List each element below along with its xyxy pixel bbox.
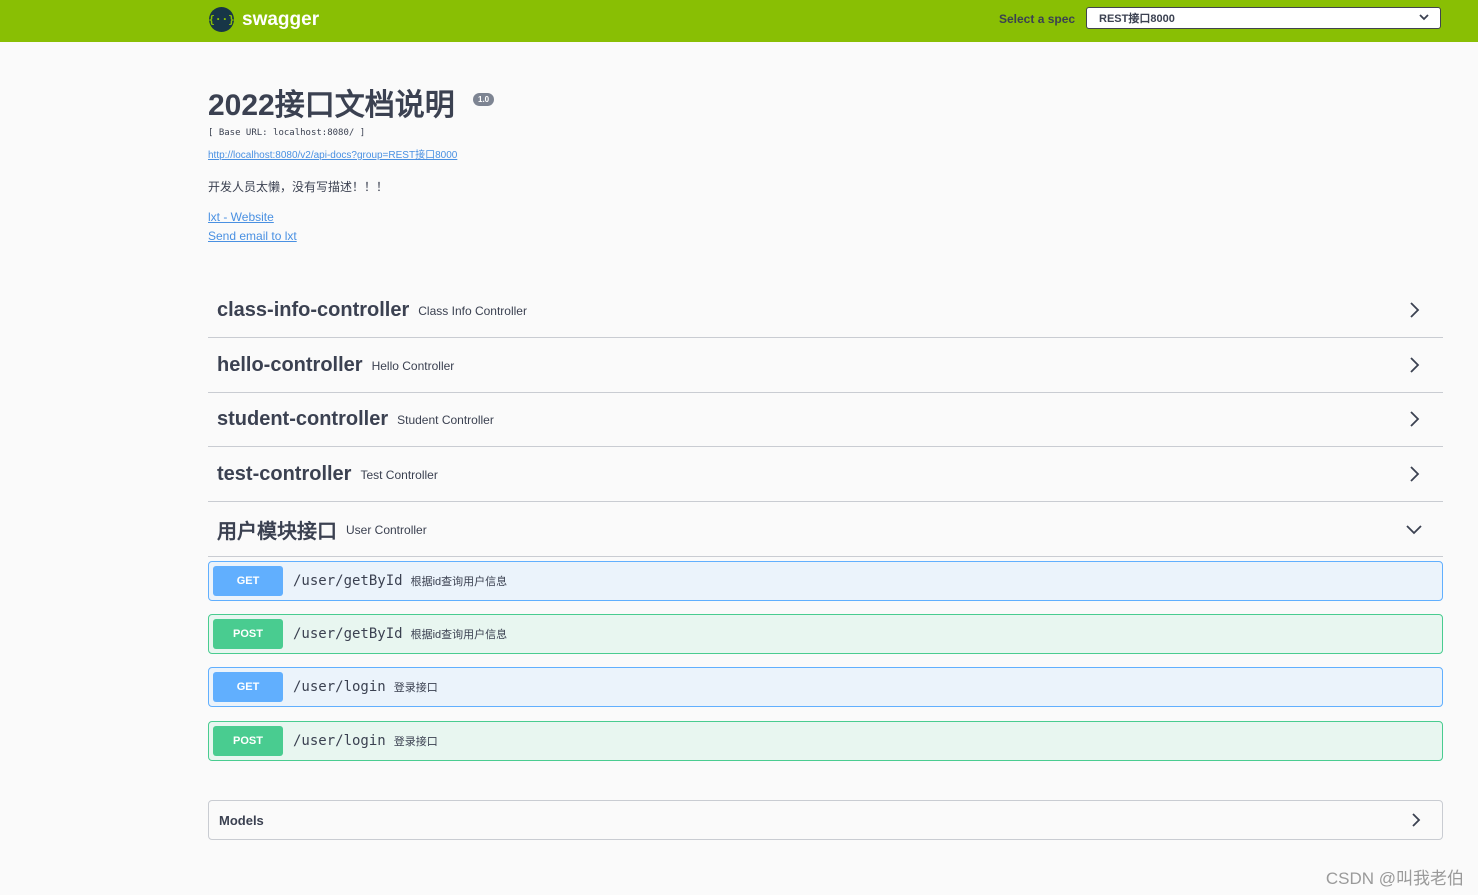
method-badge: POST (213, 726, 283, 756)
method-badge: GET (213, 566, 283, 596)
tag-name: hello-controller (217, 354, 363, 376)
operation-summary: 根据id查询用户信息 (410, 576, 508, 588)
operation-post-user-login[interactable]: POST /user/login 登录接口 (208, 721, 1443, 761)
selected-spec-value: REST接口8000 (1099, 13, 1175, 25)
operation-path: /user/getById (293, 626, 403, 642)
operation-path: /user/getById (293, 573, 403, 589)
tag-user-controller[interactable]: 用户模块接口 User Controller (208, 503, 1443, 557)
spec-select[interactable]: REST接口8000 (1086, 7, 1441, 29)
chevron-right-icon (1410, 357, 1420, 373)
chevron-right-icon (1410, 302, 1420, 318)
chevron-right-icon (1412, 813, 1421, 827)
email-link[interactable]: Send email to lxt (208, 229, 297, 243)
tag-class-info-controller[interactable]: class-info-controller Class Info Control… (208, 284, 1443, 338)
swagger-brand[interactable]: {··} swagger (208, 7, 320, 32)
version-badge: 1.0 (473, 93, 495, 106)
chevron-right-icon (1410, 411, 1420, 427)
select-spec-label: Select a spec (999, 12, 1076, 26)
tag-hello-controller[interactable]: hello-controller Hello Controller (208, 339, 1443, 393)
tag-description: Test Controller (360, 467, 438, 482)
tag-description: Student Controller (397, 412, 494, 427)
api-docs-link[interactable]: http://localhost:8080/v2/api-docs?group=… (208, 146, 457, 161)
base-url: [ Base URL: localhost:8080/ ] (208, 128, 366, 138)
brand-name: swagger (242, 8, 320, 30)
operation-get-user-getbyid[interactable]: GET /user/getById 根据id查询用户信息 (208, 561, 1443, 601)
chevron-down-icon (1419, 14, 1429, 21)
chevron-down-icon (1406, 525, 1422, 535)
tag-test-controller[interactable]: test-controller Test Controller (208, 448, 1443, 502)
page-title: 2022接口文档说明 (208, 89, 455, 122)
models-label: Models (219, 812, 264, 828)
operation-path: /user/login (293, 679, 386, 695)
tag-description: Hello Controller (371, 358, 455, 373)
tag-name: 用户模块接口 (217, 521, 337, 543)
tag-name: student-controller (217, 408, 389, 430)
tag-student-controller[interactable]: student-controller Student Controller (208, 393, 1443, 447)
tag-name: class-info-controller (217, 299, 410, 321)
tag-name: test-controller (217, 463, 352, 485)
tag-description: User Controller (346, 522, 427, 537)
method-badge: POST (213, 619, 283, 649)
operation-get-user-login[interactable]: GET /user/login 登录接口 (208, 667, 1443, 707)
operation-post-user-getbyid[interactable]: POST /user/getById 根据id查询用户信息 (208, 614, 1443, 654)
chevron-right-icon (1410, 466, 1420, 482)
operation-summary: 登录接口 (393, 736, 438, 748)
operation-path: /user/login (293, 733, 386, 749)
topbar: {··} swagger Select a spec REST接口8000 (0, 0, 1478, 42)
method-badge: GET (213, 672, 283, 702)
tag-description: Class Info Controller (418, 303, 527, 318)
api-description: 开发人员太懒，没有写描述！！！ (208, 180, 389, 194)
website-link[interactable]: lxt - Website (208, 210, 274, 224)
watermark: CSDN @叫我老伯 (1325, 869, 1464, 888)
operation-summary: 登录接口 (393, 682, 438, 694)
operation-summary: 根据id查询用户信息 (410, 629, 508, 641)
swagger-logo-icon: {··} (208, 7, 235, 32)
models-section[interactable]: Models (208, 800, 1443, 840)
